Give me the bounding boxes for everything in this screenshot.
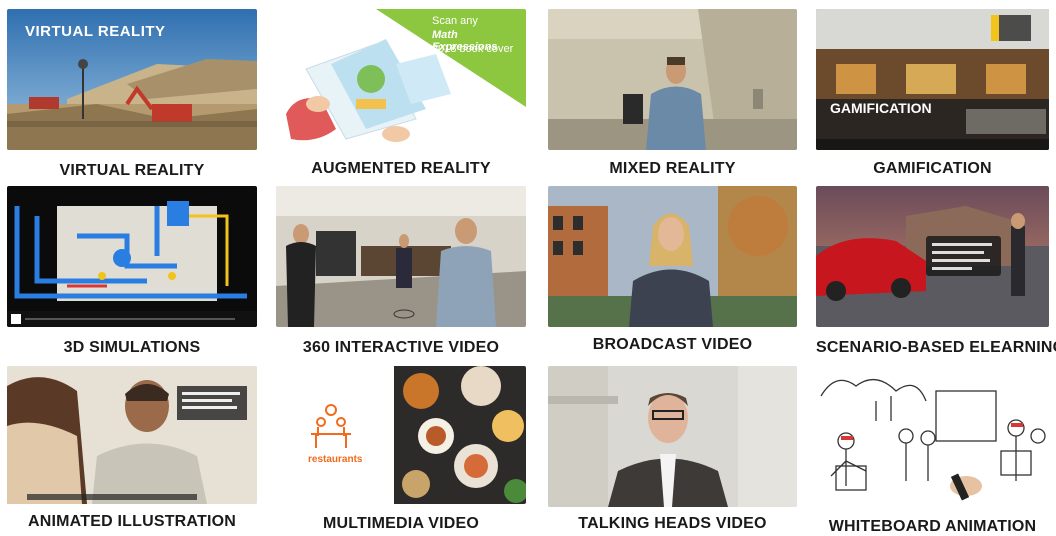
multimedia-video-thumbnail[interactable]: restaurants: [276, 366, 526, 504]
360-interactive-video-caption[interactable]: 360 INTERACTIVE VIDEO: [276, 339, 526, 357]
3d-simulations-caption[interactable]: 3D SIMULATIONS: [7, 339, 257, 357]
gamification-caption[interactable]: GAMIFICATION: [816, 160, 1049, 178]
whiteboard-animation-thumbnail[interactable]: [816, 366, 1049, 512]
mixed-reality-thumbnail[interactable]: [548, 9, 797, 150]
multimedia-video-caption[interactable]: MULTIMEDIA VIDEO: [276, 515, 526, 533]
broadcast-video-caption[interactable]: BROADCAST VIDEO: [548, 336, 797, 354]
multimedia-video-overlay-label: restaurants: [308, 454, 363, 465]
augmented-reality-thumbnail[interactable]: Scan any Math Expressions 2018 book cove…: [276, 9, 526, 150]
gamification-thumbnail[interactable]: GAMIFICATION: [816, 9, 1049, 150]
scenario-based-elearning-caption[interactable]: SCENARIO-BASED ELEARNING: [816, 339, 1056, 357]
talking-heads-video-thumbnail[interactable]: [548, 366, 797, 507]
animated-illustration-caption[interactable]: ANIMATED ILLUSTRATION: [7, 513, 257, 531]
virtual-reality-caption[interactable]: VIRTUAL REALITY: [7, 162, 257, 180]
mixed-reality-caption[interactable]: MIXED REALITY: [548, 160, 797, 178]
augmented-reality-caption[interactable]: AUGMENTED REALITY: [276, 160, 526, 178]
talking-heads-video-caption[interactable]: TALKING HEADS VIDEO: [548, 515, 797, 533]
gamification-overlay-title: GAMIFICATION: [830, 100, 932, 116]
scenario-based-elearning-thumbnail[interactable]: [816, 186, 1049, 327]
virtual-reality-overlay-title: VIRTUAL REALITY: [25, 23, 166, 40]
augmented-reality-overlay-line3: 2018 book cover: [432, 43, 514, 55]
animated-illustration-thumbnail[interactable]: [7, 366, 257, 504]
360-interactive-video-thumbnail[interactable]: [276, 186, 526, 327]
augmented-reality-overlay-line1: Scan any: [432, 15, 478, 27]
broadcast-video-thumbnail[interactable]: [548, 186, 797, 327]
3d-simulations-thumbnail[interactable]: [7, 186, 257, 327]
virtual-reality-thumbnail[interactable]: VIRTUAL REALITY: [7, 9, 257, 150]
whiteboard-animation-caption[interactable]: WHITEBOARD ANIMATION: [816, 518, 1049, 536]
